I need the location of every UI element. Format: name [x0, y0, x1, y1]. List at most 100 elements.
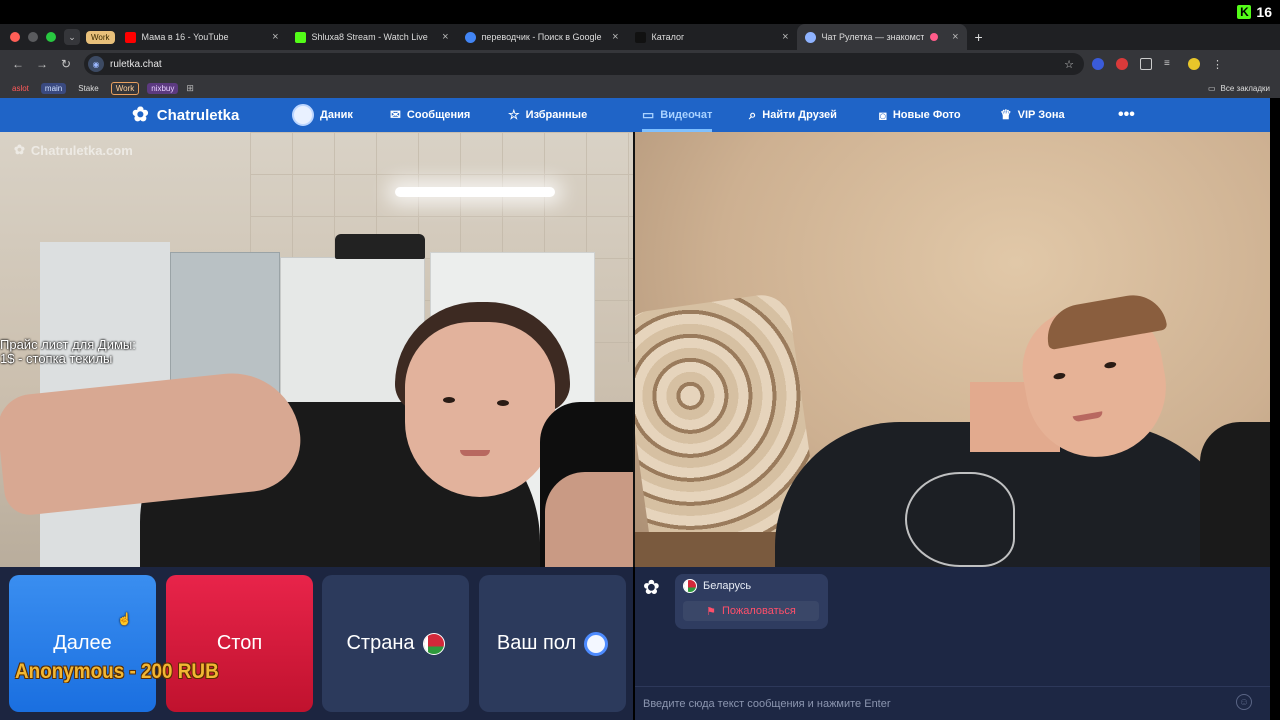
profile-avatar-icon[interactable]	[1188, 58, 1200, 70]
url-text: ruletka.chat	[110, 58, 162, 70]
watermark-text: Chatruletka.com	[30, 142, 133, 158]
nav-label: Даник	[320, 109, 353, 121]
tab-close-icon[interactable]: ×	[612, 31, 618, 43]
back-arrow-icon[interactable]: ←	[6, 57, 30, 71]
shirt-print	[905, 472, 1015, 567]
url-input[interactable]: ◉ ruletka.chat ☆	[84, 53, 1084, 75]
light	[395, 187, 555, 197]
bookmark-stake[interactable]: Stake	[74, 83, 102, 94]
stream-overlay-text: Прайс лист для Димы: 1$ - стопка текилы	[0, 338, 136, 366]
mouth	[1072, 411, 1104, 423]
minimize-window-icon[interactable]	[28, 32, 38, 42]
close-window-icon[interactable]	[10, 32, 20, 42]
nav-label: Видеочат	[660, 109, 713, 121]
tab-close-icon[interactable]: ×	[952, 31, 958, 43]
emoji-icon[interactable]: ☺	[1236, 694, 1252, 710]
nav-messages[interactable]: ✉ Сообщения	[390, 98, 470, 132]
eye	[497, 400, 509, 406]
tab-chatruletka[interactable]: Чат Рулетка — знакомст ×	[796, 24, 967, 50]
country-filter-button[interactable]: Страна	[322, 575, 469, 712]
forward-arrow-icon[interactable]: →	[30, 57, 54, 71]
next-label: Далее	[53, 632, 112, 654]
tab-google-search[interactable]: переводчик - Поиск в Google ×	[457, 24, 627, 50]
puzzle-extensions-icon[interactable]	[1140, 58, 1152, 70]
all-bookmarks-label: Все закладки	[1220, 83, 1270, 93]
mouse-cursor-icon: ☝	[117, 612, 132, 626]
kick-favicon-icon	[294, 31, 306, 43]
tab-title: Мама в 16 - YouTube	[141, 32, 229, 42]
report-button[interactable]: ⚑ Пожаловаться	[683, 601, 819, 621]
nav-find-friends[interactable]: ⌕ Найти Друзей	[749, 98, 837, 132]
folder-icon: ▭	[1207, 83, 1216, 93]
tab-search-icon[interactable]: ⌄	[64, 29, 80, 45]
chat-message-input[interactable]: Введите сюда текст сообщения и нажмите E…	[635, 686, 1270, 720]
site-logo[interactable]: ✿ Chatruletka	[132, 105, 292, 125]
flag-icon: ⚑	[706, 605, 716, 618]
person-shoulder	[1200, 422, 1270, 567]
gender-label: Ваш пол	[496, 632, 577, 654]
tab-group-label[interactable]: Work	[86, 30, 115, 44]
extension-icon[interactable]	[1092, 58, 1104, 70]
bookmark-work[interactable]: Work	[110, 81, 140, 95]
site-header: ✿ Chatruletka Даник ✉ Сообщения ☆ Избран…	[0, 98, 1270, 132]
all-bookmarks-button[interactable]: ▭ Все закладки	[1208, 84, 1270, 93]
tab-catalog[interactable]: Каталог ×	[627, 24, 797, 50]
mouth	[460, 450, 490, 456]
gender-button[interactable]: Ваш пол	[479, 575, 626, 712]
belarus-flag-icon	[683, 579, 697, 593]
bookmark-aslot[interactable]: aslot	[8, 83, 33, 94]
stop-button[interactable]: Стоп	[166, 575, 313, 712]
media-controls-icon[interactable]: ≡	[1164, 58, 1176, 70]
nav-vip-zone[interactable]: ♛ VIP Зона	[1000, 98, 1065, 132]
star-icon: ☆	[508, 107, 520, 122]
site-watermark: ✿ Chatruletka.com	[14, 142, 133, 158]
new-tab-button[interactable]: +	[975, 29, 983, 45]
nav-label: Сообщения	[406, 109, 471, 121]
nav-profile[interactable]: Даник	[292, 98, 353, 132]
tab-close-icon[interactable]: ×	[782, 31, 788, 43]
crown-icon: ♛	[1000, 107, 1012, 122]
chat-panel: ✿ Беларусь ⚑ Пожаловаться Введите сюда т…	[635, 567, 1270, 720]
bookmarks-bar: aslot main Stake Work nixbuy ⊞ ▭ Все зак…	[0, 78, 1280, 98]
bookmark-star-icon[interactable]: ☆	[1064, 58, 1074, 71]
nav-label: Найти Друзей	[762, 109, 837, 121]
eye	[1053, 372, 1066, 381]
bag	[335, 234, 425, 259]
nav-favorites[interactable]: ☆ Избранные	[508, 98, 587, 132]
bookmark-main[interactable]: main	[40, 82, 67, 94]
photo-icon: ◙	[879, 107, 887, 123]
nav-videochat[interactable]: ▭ Видеочат	[642, 98, 713, 132]
browser-menu-icon[interactable]: ⋮	[1212, 58, 1223, 71]
local-video: ✿ Chatruletka.com Прайс лист для Димы: 1…	[0, 132, 633, 567]
overlay-line: Прайс лист для Димы:	[0, 337, 136, 352]
gender-avatar-icon	[584, 631, 609, 656]
bookmark-nixbuy[interactable]: nixbuy	[147, 82, 179, 94]
catalog-favicon-icon	[634, 31, 646, 43]
maximize-window-icon[interactable]	[46, 32, 56, 42]
nav-label: Избранные	[525, 109, 588, 121]
tab-close-icon[interactable]: ×	[442, 31, 448, 43]
chatruletka-logo-icon: ✿	[643, 577, 660, 599]
mail-icon: ✉	[390, 107, 401, 122]
kick-logo-icon: K	[1237, 5, 1252, 19]
next-button[interactable]: Далее	[9, 575, 156, 712]
tab-youtube[interactable]: Мама в 16 - YouTube ×	[117, 24, 287, 50]
apps-grid-icon[interactable]: ⊞	[186, 83, 194, 94]
reload-icon[interactable]: ↻	[54, 57, 78, 71]
brand-name: Chatruletka	[156, 106, 240, 124]
nav-label: VIP Зона	[1017, 109, 1065, 121]
partner-country-label: Беларусь	[703, 580, 752, 592]
tab-close-icon[interactable]: ×	[272, 31, 278, 43]
tab-title: переводчик - Поиск в Google	[481, 32, 602, 42]
address-bar-row: ← → ↻ ◉ ruletka.chat ☆ ≡ ⋮	[0, 50, 1280, 78]
extension-icon[interactable]	[1116, 58, 1128, 70]
person-face	[405, 322, 555, 497]
tab-title: Чат Рулетка — знакомст	[821, 32, 925, 42]
window-controls	[10, 32, 56, 42]
partner-country: Беларусь	[683, 579, 820, 593]
chatruletka-favicon-icon	[804, 31, 816, 43]
nav-new-photos[interactable]: ◙ Новые Фото	[879, 98, 961, 132]
more-menu-icon[interactable]: •••	[1118, 98, 1135, 132]
site-info-icon[interactable]: ◉	[88, 56, 104, 72]
tab-kick-stream[interactable]: Shluxa8 Stream - Watch Live ×	[287, 24, 457, 50]
